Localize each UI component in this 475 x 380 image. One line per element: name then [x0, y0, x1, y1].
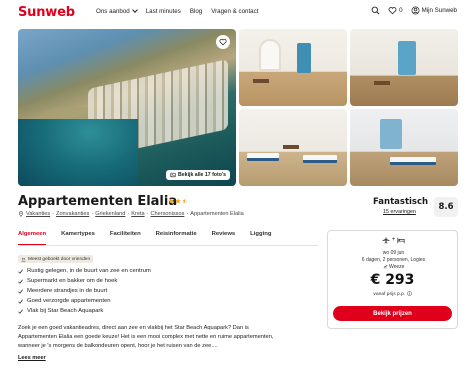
account-label: Mijn Sunweb: [421, 7, 457, 14]
nav-vragen-contact[interactable]: Vragen & contact: [211, 8, 258, 15]
gallery-photo[interactable]: [350, 109, 458, 186]
photo-detail: [259, 39, 281, 71]
tab-bar: Algemeen Kamertypes Faciliteiten Reisinf…: [18, 231, 318, 245]
user-icon: [411, 6, 420, 15]
description: Zoek je een goed vakantieadres, direct a…: [18, 325, 274, 349]
location-pin-icon: [18, 211, 24, 217]
tab-ligging[interactable]: Ligging: [250, 231, 278, 245]
breadcrumb-vakanties[interactable]: Vakanties: [26, 211, 50, 217]
list-item: Supermarkt en bakker om de hoek: [18, 276, 151, 286]
travel-type-icons: +: [328, 236, 459, 244]
check-icon: [18, 289, 23, 294]
breadcrumb-separator: ·: [52, 211, 55, 217]
breadcrumb-separator: ·: [127, 211, 130, 217]
account-button[interactable]: Mijn Sunweb: [411, 6, 457, 15]
tab-reisinformatie[interactable]: Reisinformatie: [156, 231, 204, 245]
price-note: vanaf prijs p.p.: [327, 291, 458, 297]
star-half-icon: [182, 198, 188, 204]
favorite-button[interactable]: [216, 35, 230, 49]
photo-detail: [374, 81, 390, 85]
gallery-photo[interactable]: [239, 29, 347, 106]
photo-detail: [390, 157, 436, 165]
photo-detail: [380, 119, 402, 149]
tab-reviews[interactable]: Reviews: [212, 231, 243, 245]
breadcrumb-kreta[interactable]: Kreta: [131, 211, 144, 217]
friends-icon: [21, 257, 26, 261]
bed-icon: [397, 237, 405, 244]
travel-date: wo 09 jun: [382, 250, 405, 256]
heart-icon: [219, 39, 227, 46]
breadcrumb-chersonissos[interactable]: Chersonissos: [150, 211, 184, 217]
breadcrumb-zonvakanties[interactable]: Zonvakanties: [56, 211, 89, 217]
star-icon: [175, 198, 181, 204]
tab-algemeen[interactable]: Algemeen: [18, 231, 53, 245]
chevron-down-icon: [131, 7, 138, 13]
view-prices-button[interactable]: Bekijk prijzen: [333, 306, 452, 321]
site-header: Sunweb Ons aanbod Last minutes Blog Vrag…: [0, 0, 475, 24]
photo-detail: [247, 153, 279, 161]
photo-icon: [170, 172, 176, 178]
favorites-count: 0: [399, 7, 403, 14]
info-icon[interactable]: [406, 291, 412, 296]
breadcrumb: Vakanties · Zonvakanties · Griekenland · Kr…: [18, 211, 244, 217]
view-all-photos-button[interactable]: Bekijk alle 17 foto's: [166, 170, 230, 180]
hotel-name: Appartementen Elalia: [18, 194, 178, 209]
star-rating: [168, 198, 188, 204]
breadcrumb-griekenland[interactable]: Griekenland: [95, 211, 125, 217]
star-icon: [168, 198, 174, 204]
breadcrumb-separator: ·: [146, 211, 149, 217]
price: € 293: [370, 272, 415, 288]
photo-detail: [283, 145, 299, 149]
photo-detail: [18, 119, 138, 186]
check-icon: [18, 299, 23, 304]
list-item: Vlak bij Star Beach Aquapark: [18, 306, 151, 316]
travel-details: 6 dagen, 2 personen, Logies: [361, 257, 426, 263]
check-icon: [18, 269, 23, 274]
plane-icon: [382, 236, 390, 244]
nav-blog[interactable]: Blog: [190, 8, 202, 15]
reviews-link[interactable]: 15 ervaringen: [383, 209, 416, 215]
tab-faciliteiten[interactable]: Faciliteiten: [110, 231, 148, 245]
tab-kamertypes[interactable]: Kamertypes: [61, 231, 102, 245]
photo-detail: [398, 41, 416, 75]
photo-detail: [253, 79, 269, 83]
gallery-photo[interactable]: [239, 109, 347, 186]
divider: [18, 245, 318, 246]
breadcrumb-separator: ·: [91, 211, 94, 217]
read-more-link[interactable]: Lees meer: [18, 355, 46, 361]
list-item: Rustig gelegen, in de buurt van zee en c…: [18, 266, 151, 276]
main-photo[interactable]: Bekijk alle 17 foto's: [18, 29, 236, 186]
nav-last-minutes[interactable]: Last minutes: [146, 8, 181, 15]
check-icon: [18, 309, 23, 314]
check-icon: [18, 279, 23, 284]
departure-icon: [383, 265, 388, 269]
photo-detail: [303, 155, 337, 163]
list-item: Meerdere strandjes in de buurt: [18, 286, 151, 296]
plus-sign: +: [391, 237, 396, 243]
departure-airport: Weeze: [328, 264, 459, 270]
feature-list: Rustig gelegen, in de buurt van zee en c…: [18, 266, 151, 316]
search-icon: [371, 6, 380, 15]
heart-icon: [388, 7, 397, 15]
review-score-badge: 8.6: [434, 197, 458, 217]
photo-gallery: Bekijk alle 17 foto's: [18, 29, 458, 186]
search-button[interactable]: [371, 6, 380, 15]
rating-label: Fantastisch: [373, 197, 429, 207]
photo-detail: [297, 43, 311, 73]
sunweb-logo[interactable]: Sunweb: [18, 5, 75, 20]
popular-badge: Meest geboekt door vrienden: [18, 255, 94, 263]
main-nav: Ons aanbod Last minutes Blog Vragen & co…: [96, 7, 258, 15]
breadcrumb-current: Appartementen Elalia: [190, 211, 244, 217]
nav-ons-aanbod[interactable]: Ons aanbod: [96, 7, 138, 15]
breadcrumb-separator: ·: [186, 211, 189, 217]
list-item: Goed verzorgde appartementen: [18, 296, 151, 306]
gallery-photo[interactable]: [350, 29, 458, 106]
favorites-button[interactable]: 0: [388, 6, 403, 15]
